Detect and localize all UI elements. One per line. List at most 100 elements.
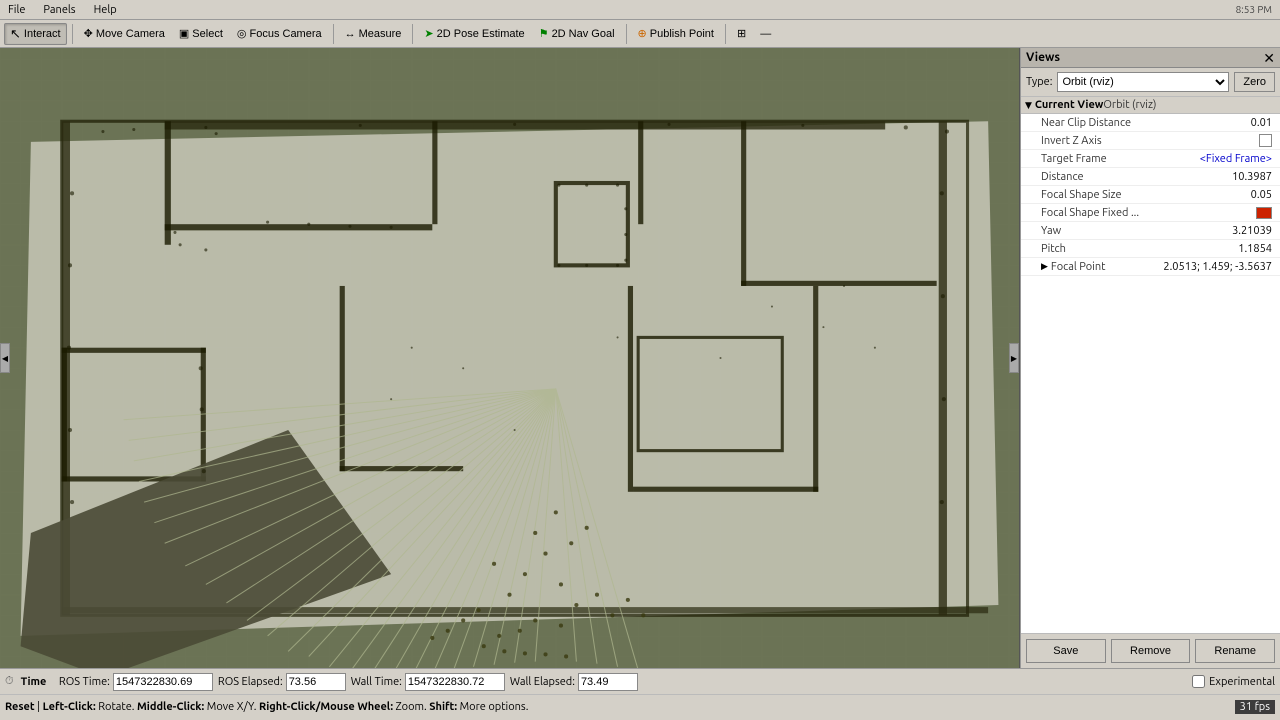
time-row: ⏱ Time ROS Time: ROS Elapsed: Wall Time:… bbox=[0, 669, 1280, 695]
extra-button-1[interactable]: ⊞ bbox=[731, 23, 752, 45]
hint-row: Reset | Left-Click: Rotate. Middle-Click… bbox=[0, 695, 1280, 719]
2d-nav-label: 2D Nav Goal bbox=[552, 28, 615, 40]
measure-icon: ↔ bbox=[345, 28, 356, 40]
focus-camera-button[interactable]: ◎ Focus Camera bbox=[231, 23, 328, 45]
wall-elapsed-input[interactable] bbox=[578, 673, 638, 691]
move-camera-button[interactable]: ✥ Move Camera bbox=[78, 23, 171, 45]
ros-time-input[interactable] bbox=[113, 673, 213, 691]
measure-label: Measure bbox=[359, 28, 402, 40]
toolbar-sep-3 bbox=[412, 24, 413, 44]
wall-elapsed-section: Wall Elapsed: bbox=[510, 673, 638, 691]
tree-view: ▼ Current View Orbit (rviz) Near Clip Di… bbox=[1021, 97, 1280, 633]
type-label: Type: bbox=[1026, 76, 1052, 88]
pitch-label: Pitch bbox=[1041, 243, 1238, 255]
current-view-section[interactable]: ▼ Current View Orbit (rviz) bbox=[1021, 97, 1280, 114]
distance-row: Distance 10.3987 bbox=[1021, 168, 1280, 186]
main-content: ◀ ▶ Views ✕ Type: Orbit (rviz) Zero ▼ Cu… bbox=[0, 48, 1280, 668]
toolbar-sep-1 bbox=[72, 24, 73, 44]
2d-pose-label: 2D Pose Estimate bbox=[437, 28, 525, 40]
measure-button[interactable]: ↔ Measure bbox=[339, 23, 408, 45]
3d-viewport[interactable]: ◀ ▶ bbox=[0, 48, 1020, 668]
focal-point-row: ▶ Focal Point 2.0513; 1.459; -3.5637 bbox=[1021, 258, 1280, 276]
current-view-type: Orbit (rviz) bbox=[1103, 99, 1156, 111]
target-frame-row: Target Frame <Fixed Frame> bbox=[1021, 150, 1280, 168]
focal-shape-size-value[interactable]: 0.05 bbox=[1251, 189, 1272, 201]
move-camera-label: Move Camera bbox=[96, 28, 165, 40]
focal-shape-size-label: Focal Shape Size bbox=[1041, 189, 1251, 201]
toolbar: ↖ Interact ✥ Move Camera ▣ Select ◎ Focu… bbox=[0, 20, 1280, 48]
ros-time-section: ROS Time: bbox=[59, 673, 213, 691]
menu-help[interactable]: Help bbox=[90, 4, 121, 16]
yaw-row: Yaw 3.21039 bbox=[1021, 222, 1280, 240]
invert-z-axis-label: Invert Z Axis bbox=[1041, 135, 1259, 147]
zero-button[interactable]: Zero bbox=[1234, 72, 1275, 92]
yaw-label: Yaw bbox=[1041, 225, 1232, 237]
focal-point-expand[interactable]: ▶ bbox=[1041, 261, 1048, 272]
focus-camera-label: Focus Camera bbox=[249, 28, 321, 40]
interact-button[interactable]: ↖ Interact bbox=[4, 23, 67, 45]
left-panel-handle[interactable]: ◀ bbox=[0, 343, 10, 373]
hint-text: Reset | Left-Click: Rotate. Middle-Click… bbox=[5, 701, 528, 713]
yaw-value[interactable]: 3.21039 bbox=[1232, 225, 1272, 237]
panel-type-row: Type: Orbit (rviz) Zero bbox=[1021, 68, 1280, 97]
system-time: 8:53 PM bbox=[1232, 4, 1276, 15]
statusbar: ⏱ Time ROS Time: ROS Elapsed: Wall Time:… bbox=[0, 668, 1280, 720]
interact-label: Interact bbox=[24, 28, 61, 40]
menubar: File Panels Help 8:53 PM bbox=[0, 0, 1280, 20]
move-camera-icon: ✥ bbox=[84, 27, 93, 40]
2d-pose-icon: ➤ bbox=[424, 27, 433, 40]
clock-icon: ⏱ bbox=[5, 675, 14, 688]
near-clip-distance-value[interactable]: 0.01 bbox=[1251, 117, 1272, 129]
extra-icon-1: ⊞ bbox=[737, 27, 746, 40]
ros-elapsed-section: ROS Elapsed: bbox=[218, 673, 346, 691]
extra-button-2[interactable]: — bbox=[754, 23, 777, 45]
pitch-value[interactable]: 1.1854 bbox=[1238, 243, 1272, 255]
select-button[interactable]: ▣ Select bbox=[173, 23, 229, 45]
pitch-row: Pitch 1.1854 bbox=[1021, 240, 1280, 258]
near-clip-distance-label: Near Clip Distance bbox=[1041, 117, 1251, 129]
panel-close-button[interactable]: ✕ bbox=[1263, 51, 1275, 65]
near-clip-distance-row: Near Clip Distance 0.01 bbox=[1021, 114, 1280, 132]
right-panel-handle[interactable]: ▶ bbox=[1009, 343, 1019, 373]
menu-panels[interactable]: Panels bbox=[39, 4, 79, 16]
invert-z-axis-row: Invert Z Axis bbox=[1021, 132, 1280, 150]
focus-camera-icon: ◎ bbox=[237, 27, 247, 40]
fps-counter: 31 fps bbox=[1235, 700, 1275, 714]
experimental-row: Experimental bbox=[1192, 675, 1275, 688]
2d-nav-button[interactable]: ⚑ 2D Nav Goal bbox=[533, 23, 621, 45]
invert-z-checkbox[interactable] bbox=[1259, 134, 1272, 147]
ros-time-label: ROS Time: bbox=[59, 676, 110, 688]
save-button[interactable]: Save bbox=[1026, 639, 1106, 663]
time-label: Time bbox=[21, 676, 47, 688]
panel-title: Views bbox=[1026, 51, 1060, 64]
publish-point-icon: ⊕ bbox=[638, 27, 647, 40]
toolbar-sep-5 bbox=[725, 24, 726, 44]
target-frame-value[interactable]: <Fixed Frame> bbox=[1200, 153, 1272, 165]
distance-value[interactable]: 10.3987 bbox=[1232, 171, 1272, 183]
experimental-checkbox[interactable] bbox=[1192, 675, 1205, 688]
select-label: Select bbox=[192, 28, 223, 40]
ros-elapsed-label: ROS Elapsed: bbox=[218, 676, 283, 688]
section-arrow: ▼ bbox=[1025, 100, 1032, 111]
panel-header: Views ✕ bbox=[1021, 48, 1280, 68]
viewport-scene bbox=[0, 48, 1019, 668]
focal-point-value[interactable]: 2.0513; 1.459; -3.5637 bbox=[1163, 261, 1272, 273]
2d-pose-button[interactable]: ➤ 2D Pose Estimate bbox=[418, 23, 530, 45]
focal-shape-fixed-color[interactable] bbox=[1256, 207, 1272, 219]
target-frame-label: Target Frame bbox=[1041, 153, 1200, 165]
remove-button[interactable]: Remove bbox=[1111, 639, 1191, 663]
type-select[interactable]: Orbit (rviz) bbox=[1057, 72, 1229, 92]
toolbar-sep-4 bbox=[626, 24, 627, 44]
experimental-label: Experimental bbox=[1209, 676, 1275, 688]
interact-icon: ↖ bbox=[10, 26, 21, 42]
wall-time-input[interactable] bbox=[405, 673, 505, 691]
toolbar-sep-2 bbox=[333, 24, 334, 44]
menu-file[interactable]: File bbox=[4, 4, 29, 16]
current-view-label: Current View bbox=[1035, 99, 1103, 111]
wall-time-section: Wall Time: bbox=[351, 673, 505, 691]
focal-shape-fixed-label: Focal Shape Fixed ... bbox=[1041, 207, 1256, 219]
ros-elapsed-input[interactable] bbox=[286, 673, 346, 691]
2d-nav-icon: ⚑ bbox=[539, 27, 549, 40]
rename-button[interactable]: Rename bbox=[1195, 639, 1275, 663]
publish-point-button[interactable]: ⊕ Publish Point bbox=[632, 23, 720, 45]
